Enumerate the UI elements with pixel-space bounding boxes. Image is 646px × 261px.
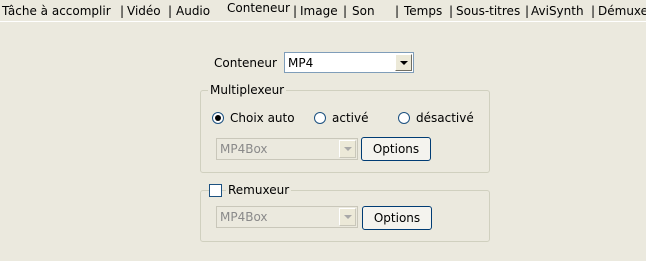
chevron-down-icon [343,215,352,219]
remuxer-options-button[interactable]: Options [362,206,432,230]
tab-video[interactable]: Vidéo [127,3,161,19]
tab-container[interactable]: Conteneur [227,0,290,16]
container-label: Conteneur [214,56,277,70]
tab-separator: | [168,4,173,18]
tab-separator: | [395,4,400,18]
radio-auto-label[interactable]: Choix auto [230,110,295,126]
radio-auto[interactable] [212,112,224,124]
multiplexer-tool-select: MP4Box [216,138,358,160]
tab-bar: Tâche à accomplir | Vidéo | Audio Conten… [0,0,646,22]
chevron-down-icon [343,147,352,151]
tab-image[interactable]: Image [300,3,338,19]
remuxer-tool-dropdown-button [339,208,356,226]
tab-separator: | [343,4,348,18]
tab-separator: | [525,4,530,18]
tab-separator: | [120,4,125,18]
multiplexer-tool-dropdown-button [339,140,356,158]
radio-selected-dot [215,115,221,121]
tab-time[interactable]: Temps [404,3,442,19]
tab-audio[interactable]: Audio [176,3,210,19]
remuxer-checkbox[interactable] [209,184,222,197]
container-dropdown-button[interactable] [395,54,412,71]
multiplexer-options-button[interactable]: Options [361,137,431,161]
container-select-value: MP4 [288,56,314,70]
tab-separator: | [293,4,298,18]
tab-separator: | [591,4,596,18]
multiplexer-group [200,90,490,173]
radio-disabled[interactable] [398,112,410,124]
tab-avisynth[interactable]: AviSynth [531,3,584,19]
tab-task[interactable]: Tâche à accomplir [2,3,111,19]
remuxer-tool-value: MP4Box [220,210,268,224]
radio-enabled-label[interactable]: activé [332,110,368,126]
multiplexer-group-title: Multiplexeur [208,82,287,98]
radio-disabled-label[interactable]: désactivé [416,110,474,126]
tab-subtitles[interactable]: Sous-titres [456,3,520,19]
radio-enabled[interactable] [314,112,326,124]
tab-demux[interactable]: Démuxe [598,3,646,19]
chevron-down-icon [399,60,408,65]
container-select[interactable]: MP4 [284,52,414,73]
tab-separator: | [449,4,454,18]
remuxer-tool-select: MP4Box [216,206,358,228]
tab-panel-border [0,21,646,22]
remuxer-group-title[interactable]: Remuxeur [226,182,292,198]
tab-sound[interactable]: Son [352,3,375,19]
multiplexer-tool-value: MP4Box [220,142,268,156]
